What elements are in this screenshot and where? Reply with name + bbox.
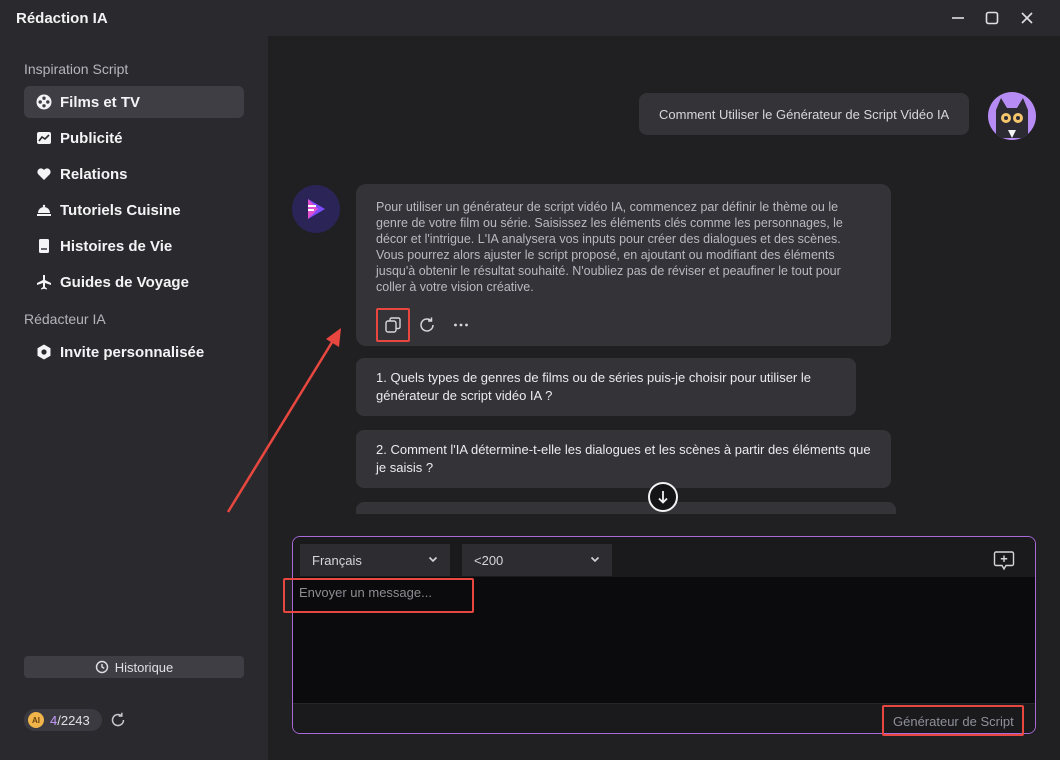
message-input[interactable] xyxy=(293,581,1035,701)
regenerate-icon xyxy=(420,317,434,332)
user-message: Comment Utiliser le Générateur de Script… xyxy=(639,93,970,135)
generate-script-button[interactable]: Générateur de Script xyxy=(885,708,1022,733)
sidebar-item-label: Guides de Voyage xyxy=(60,273,189,291)
bot-message-text: Pour utiliser un générateur de script vi… xyxy=(376,200,843,294)
history-icon xyxy=(95,660,108,674)
title-bar: Rédaction IA xyxy=(0,0,1060,36)
refresh-credits-icon[interactable] xyxy=(109,711,127,734)
credits-counter: AI 4/2243 xyxy=(24,709,102,731)
composer-footer: Générateur de Script xyxy=(293,703,1035,733)
minimize-icon[interactable] xyxy=(940,0,976,36)
sidebar-item-histoires-de-vie[interactable]: Histoires de Vie xyxy=(24,230,244,262)
chevron-down-icon xyxy=(590,556,600,563)
history-button[interactable]: Historique xyxy=(24,656,244,678)
sidebar-item-guides-de-voyage[interactable]: Guides de Voyage xyxy=(24,266,244,298)
window-title: Rédaction IA xyxy=(16,9,108,27)
sidebar-item-label: Publicité xyxy=(60,129,123,147)
maximize-icon[interactable] xyxy=(974,0,1010,36)
sidebar-item-label: Relations xyxy=(60,165,128,183)
chart-icon xyxy=(36,130,52,146)
sidebar-item-relations[interactable]: Relations xyxy=(24,158,244,190)
bot-message: Pour utiliser un générateur de script vi… xyxy=(356,184,891,346)
scroll-down-button[interactable] xyxy=(648,482,678,512)
arrow-down-icon xyxy=(658,491,668,504)
sidebar: Inspiration Script Films et TV Publicité… xyxy=(0,36,268,760)
new-chat-icon xyxy=(993,551,1015,571)
sidebar-item-label: Tutoriels Cuisine xyxy=(60,201,181,219)
heart-icon xyxy=(36,166,52,182)
cloche-icon xyxy=(36,202,52,218)
sidebar-item-publicite[interactable]: Publicité xyxy=(24,122,244,154)
length-select[interactable]: <200 xyxy=(462,544,612,576)
new-chat-button[interactable] xyxy=(993,549,1015,576)
suggestion-item-partial[interactable] xyxy=(356,502,896,514)
sidebar-item-label: Histoires de Vie xyxy=(60,237,173,255)
copy-icon xyxy=(385,317,401,333)
more-icon xyxy=(454,323,468,327)
sidebar-item-tutoriels-cuisine[interactable]: Tutoriels Cuisine xyxy=(24,194,244,226)
sidebar-item-invite-personnalisee[interactable]: Invite personnalisée xyxy=(24,336,244,368)
section-redacteur-ia: Rédacteur IA xyxy=(24,311,106,327)
message-composer: Français <200 Générateur de Script xyxy=(292,536,1036,734)
user-avatar xyxy=(988,92,1036,140)
history-label: Historique xyxy=(114,659,174,675)
suggestion-item[interactable]: 1. Quels types de genres de films ou de … xyxy=(356,358,856,416)
regenerate-button[interactable] xyxy=(410,308,444,342)
copy-button[interactable] xyxy=(376,308,410,342)
credits-used: 4 xyxy=(50,712,58,728)
bot-message-actions xyxy=(376,308,478,342)
book-icon xyxy=(36,238,52,254)
sidebar-item-label: Films et TV xyxy=(60,93,141,111)
airplane-icon xyxy=(36,274,52,290)
chat-area: Comment Utiliser le Générateur de Script… xyxy=(268,36,1060,514)
language-value: Français xyxy=(312,552,362,568)
sidebar-item-label: Invite personnalisée xyxy=(60,343,205,361)
film-reel-icon xyxy=(36,94,52,110)
ai-credit-icon: AI xyxy=(28,712,44,728)
suggestion-item[interactable]: 2. Comment l'IA détermine-t-elle les dia… xyxy=(356,430,891,488)
sidebar-item-films-tv[interactable]: Films et TV xyxy=(24,86,244,118)
section-inspiration-script: Inspiration Script xyxy=(24,61,129,77)
gear-icon xyxy=(36,344,52,360)
credits-total: /2243 xyxy=(57,712,90,728)
length-value: <200 xyxy=(474,552,504,568)
composer-toolbar: Français <200 xyxy=(293,537,1035,577)
bot-avatar xyxy=(292,185,340,233)
more-options-button[interactable] xyxy=(444,308,478,342)
close-icon[interactable] xyxy=(1009,0,1045,36)
chevron-down-icon xyxy=(428,556,438,563)
language-select[interactable]: Français xyxy=(300,544,450,576)
